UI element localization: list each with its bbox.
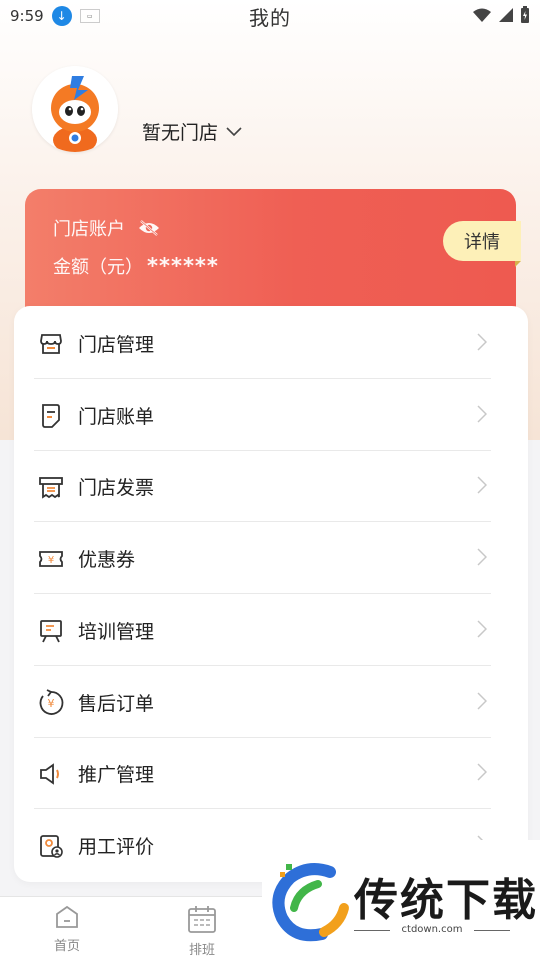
page-title: 我的 — [249, 6, 291, 30]
menu-item-store-bill[interactable]: 门店账单 — [34, 380, 491, 451]
training-icon — [36, 616, 66, 646]
menu-item-label: 门店发票 — [78, 477, 155, 499]
store-icon — [36, 329, 66, 359]
promotion-icon — [36, 759, 66, 789]
evaluation-icon — [36, 831, 66, 861]
amount-label: 金额（元） — [53, 257, 143, 278]
eye-hidden-icon[interactable] — [137, 219, 161, 237]
chevron-right-icon — [477, 333, 487, 351]
calendar-icon — [188, 906, 216, 933]
detail-button[interactable]: 详情 — [443, 221, 521, 267]
chevron-right-icon — [477, 763, 487, 781]
menu-item-coupon[interactable]: ¥ 优惠券 — [34, 523, 491, 594]
chevron-right-icon — [477, 620, 487, 638]
chevron-right-icon — [477, 548, 487, 566]
menu-item-training[interactable]: 培训管理 — [34, 595, 491, 666]
after-sales-icon: ¥ — [36, 688, 66, 718]
account-title-row: 门店账户 — [53, 215, 161, 241]
invoice-icon — [36, 472, 66, 502]
menu-item-label: 门店账单 — [78, 406, 155, 428]
avatar[interactable] — [32, 66, 118, 152]
home-icon — [56, 905, 78, 928]
watermark: 传统下载 ctdown.com — [262, 840, 540, 960]
mascot-avatar-icon — [32, 66, 118, 152]
amount-value: ****** — [147, 254, 219, 278]
account-amount-row: 金额（元） ****** — [53, 253, 219, 279]
watermark-url: ctdown.com — [354, 924, 510, 935]
divider — [34, 593, 491, 594]
coupon-icon: ¥ — [36, 544, 66, 574]
bill-icon — [36, 401, 66, 431]
chevron-right-icon — [477, 476, 487, 494]
tab-label: 首页 — [53, 939, 80, 954]
watermark-brand: 传统下载 — [354, 875, 538, 926]
menu-item-store-management[interactable]: 门店管理 — [34, 308, 491, 379]
svg-text:¥: ¥ — [48, 555, 54, 566]
menu-item-label: 推广管理 — [78, 764, 155, 786]
store-selector[interactable]: 暂无门店 — [142, 118, 242, 145]
divider — [34, 378, 491, 379]
menu-item-label: 门店管理 — [78, 334, 155, 356]
menu-item-promotion[interactable]: 推广管理 — [34, 738, 491, 809]
tab-label: 排班 — [188, 943, 215, 958]
store-name: 暂无门店 — [142, 122, 219, 144]
account-card: 门店账户 金额（元） ****** 详情 — [25, 189, 521, 319]
ctdown-logo-icon — [272, 863, 349, 942]
menu-item-after-sales[interactable]: ¥ 售后订单 — [34, 667, 491, 738]
menu-card: 门店管理 门店账单 门店发票 ¥ 优惠券 培训管理 ¥ 售后订单 推广管理 用工… — [14, 306, 528, 882]
menu-item-label: 培训管理 — [78, 621, 155, 643]
chevron-right-icon — [477, 405, 487, 423]
svg-text:¥: ¥ — [48, 697, 55, 710]
menu-item-label: 优惠券 — [78, 549, 136, 571]
chevron-down-icon — [226, 126, 242, 136]
chevron-right-icon — [477, 692, 487, 710]
tab-home[interactable]: 首页 — [32, 905, 102, 954]
divider — [34, 808, 491, 809]
divider — [34, 521, 491, 522]
divider — [34, 665, 491, 666]
menu-item-store-invoice[interactable]: 门店发票 — [34, 451, 491, 522]
account-title: 门店账户 — [53, 219, 125, 240]
tab-schedule[interactable]: 排班 — [167, 905, 237, 958]
menu-item-label: 售后订单 — [78, 693, 155, 715]
menu-item-label: 用工评价 — [78, 836, 155, 858]
